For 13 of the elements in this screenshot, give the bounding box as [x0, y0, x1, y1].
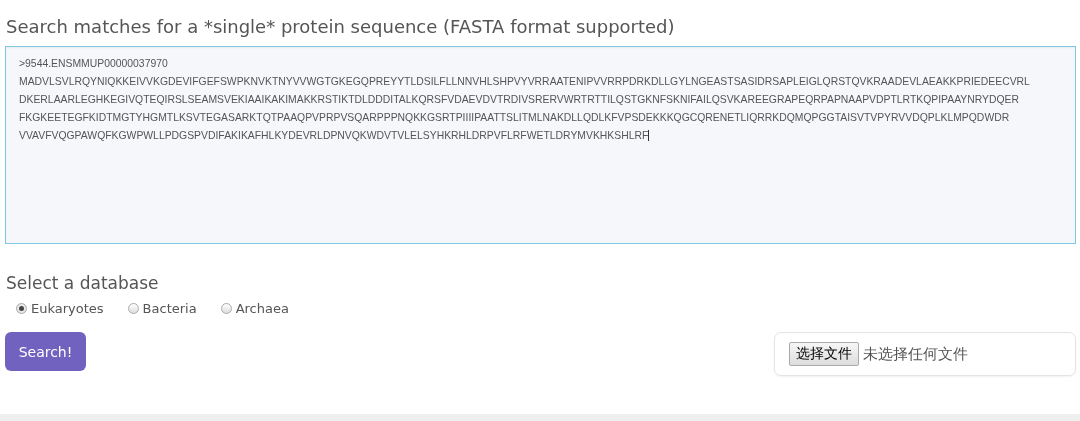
- database-radio[interactable]: Archaea: [220, 301, 289, 316]
- file-status: 未选择任何文件: [863, 344, 968, 364]
- radio-dot-icon[interactable]: [220, 303, 232, 314]
- radio-dot-icon[interactable]: [16, 303, 27, 314]
- file-input[interactable]: 选择文件 未选择任何文件: [774, 332, 1076, 376]
- radio-dot-icon[interactable]: [127, 303, 139, 314]
- search-button[interactable]: Search!: [5, 332, 86, 371]
- choose-file-button[interactable]: 选择文件: [789, 342, 859, 366]
- database-label: Select a database: [6, 273, 160, 293]
- database-radio[interactable]: Bacteria: [127, 301, 197, 316]
- page-heading: Search matches for a *single* protein sequence (FASTA format supported): [6, 16, 676, 37]
- sequence-field[interactable]: >9544.ENSMMUP00000037970 MADVLSVLRQYNIQKKEIVVKGDEVIFGEFSWPKNVKTNYVVWGTGKEGQPREYYTLDSILFLLNNVHLSHPVYVRRAATENIPVVRRPDRKDLLGYLNGEASTSASIDRSAPLEIGLQRSTQVKRAADEVLAEAKKPRIEDEECVRL DKERLAARLEGHKEGIVQTEQIRSLSEAMSVEKIAAIKAKIMAKKRSTIKTDLDDDITALKQRSFVDAEVDVTRDIVSRERVWRTRTTILQSTGKNFSKNIFAILQSVKAREEGRAPEQRPAPNAAPVDPTLRTKQPIPAAYNRYDQER FKGKEETEGFKIDTMGTYHGMTLKSVTEGASARKTQTPAAQPVPRPVSQARPPPNQKKGSRTPIIIIPAATTSLITMLNAKDLLQDLKFVPSDEKKKQGCQRENETLIQRRKDQMQPGGTAISVTVPYRVVDQPLKLMPQDWDR VVAVFVQGPAWQFKGWPWLLPDGSPVDIFAKIKAFHLKYDEVRLDPNVQKWDVTVLELSYHKRHLDRPVFLRFWETLDRYMVKHKSHLRF: [5, 46, 1076, 244]
- database-radio[interactable]: Eukaryotes: [16, 301, 104, 316]
